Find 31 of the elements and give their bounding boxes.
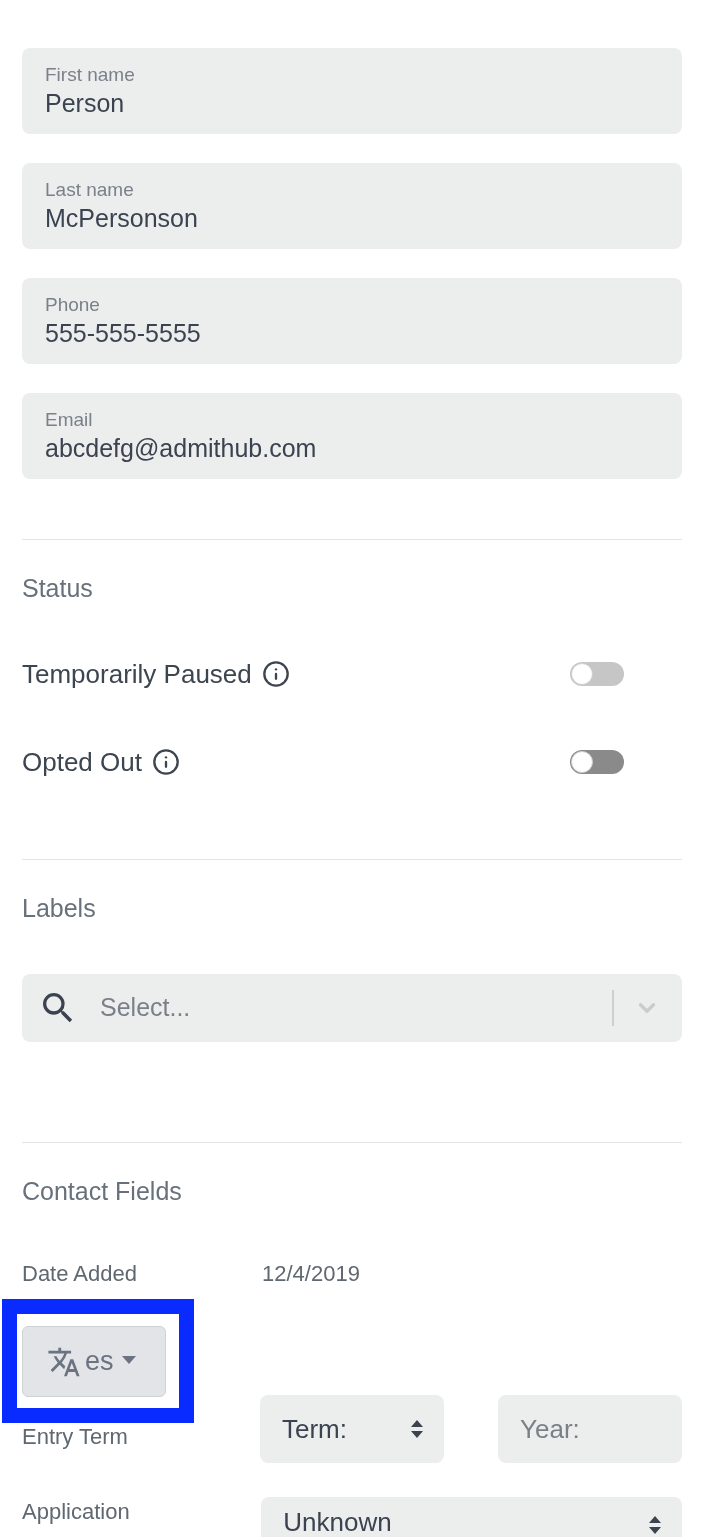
info-icon[interactable] bbox=[261, 660, 290, 688]
select-placeholder: Select... bbox=[100, 992, 191, 1024]
toggle-label: Opted Out bbox=[22, 745, 142, 779]
text-field[interactable]: First name Person bbox=[22, 48, 682, 134]
section-heading: Status bbox=[22, 573, 94, 604]
toggle-switch[interactable] bbox=[570, 750, 624, 774]
info-icon[interactable] bbox=[151, 748, 180, 776]
field-label: Phone bbox=[45, 293, 100, 317]
field-value: 555-555-5555 bbox=[45, 318, 201, 349]
application-select[interactable]: Unknown bbox=[261, 1497, 682, 1537]
field-label: First name bbox=[45, 63, 135, 87]
field-value: McPersonson bbox=[45, 203, 198, 234]
language-button[interactable]: es bbox=[22, 1326, 166, 1397]
term-select[interactable]: Term: bbox=[260, 1395, 444, 1463]
text-field[interactable]: Last name McPersonson bbox=[22, 163, 682, 249]
field-value: Person bbox=[45, 88, 125, 119]
caret-icon bbox=[121, 1355, 136, 1364]
field-label: Date Added bbox=[22, 1260, 138, 1288]
text-field[interactable]: Email abcdefg@admithub.com bbox=[22, 393, 682, 479]
field-value: abcdefg@admithub.com bbox=[45, 433, 317, 464]
section-heading: Contact Fields bbox=[22, 1176, 183, 1207]
sort-arrows-icon bbox=[410, 1419, 424, 1439]
field-label: Entry Term bbox=[22, 1423, 128, 1451]
section-heading: Labels bbox=[22, 893, 97, 924]
toggle-label: Temporarily Paused bbox=[22, 657, 252, 691]
field-label: Application bbox=[22, 1498, 131, 1526]
text-field[interactable]: Phone 555-555-5555 bbox=[22, 278, 682, 364]
field-value: 12/4/2019 bbox=[262, 1260, 360, 1288]
field-label: Email bbox=[45, 408, 93, 432]
field-label: Last name bbox=[45, 178, 134, 202]
sort-arrows-icon bbox=[648, 1515, 662, 1535]
